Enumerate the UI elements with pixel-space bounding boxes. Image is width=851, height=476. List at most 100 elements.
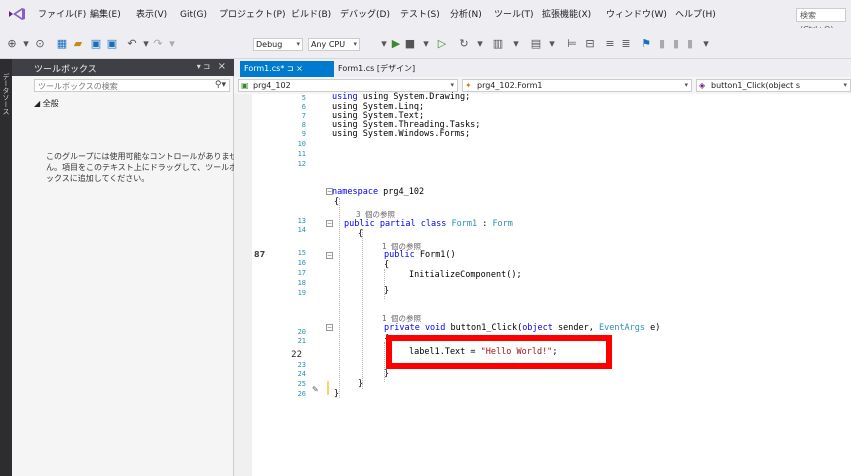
line-number: 19 [297,289,306,297]
code-line: } [384,286,389,296]
fold-toggle-icon[interactable]: − [326,252,333,259]
glyph-margin [234,94,252,476]
type-name: EventArgs [598,323,646,333]
new-project-icon[interactable]: ▦ [56,38,68,50]
project-value: prg4_102 [253,81,291,90]
menu-tools[interactable]: ツール(T) [494,8,534,22]
undo-dropdown-icon[interactable]: ▾ [140,38,152,50]
menu-help[interactable]: ヘルプ(H) [675,8,716,22]
brace: } [358,379,364,389]
toolbox-group-general[interactable]: ◢ 全般 [34,98,59,109]
toolbar-options-icon[interactable]: ▾ [700,38,712,50]
back-icon[interactable]: ⊕ [6,38,18,50]
start-play-icon[interactable]: ▶ [390,38,402,50]
code-line: } [334,389,339,399]
menu-debug[interactable]: デバッグ(D) [340,8,390,22]
menu-git[interactable]: Git(G) [180,8,207,22]
menu-project[interactable]: プロジェクト(P) [219,8,285,22]
code-line: private void button1_Click(object sender… [384,323,660,333]
menu-window[interactable]: ウィンドウ(W) [606,8,667,22]
code-line: { [334,197,339,207]
keyword: namespace [332,187,379,197]
menu-analyze[interactable]: 分析(N) [450,8,482,22]
start-debug-label-icon[interactable]: ■ [404,38,416,50]
align-icon[interactable]: ⊨ [566,38,578,50]
hot-reload-icon[interactable]: ↻ [458,38,470,50]
menu-view[interactable]: 表示(V) [136,8,167,22]
indent-guide [339,198,340,398]
line-number: 14 [297,226,306,234]
menu-file[interactable]: ファイル(F) [38,8,86,22]
bookmark-icon[interactable]: ⚑ [640,38,652,50]
dropdown-icon[interactable]: ▾ [20,38,32,50]
bookmark-next-icon[interactable]: ▮ [670,38,682,50]
tab-form1-cs[interactable]: Form1.cs* ⊐ × [240,61,334,77]
code-area[interactable]: 87 5 6 7 8 9 10 11 12 13 14 15 16 17 18 … [234,92,851,476]
code-text: button1_Click( [445,323,523,333]
dropdown-icon[interactable]: ▾ [474,38,486,50]
class-dropdown[interactable]: ✦ prg4_102.Form1 ▾ [462,79,692,92]
code-text: using System.Windows.Forms; [332,129,471,139]
menu-extensions[interactable]: 拡張機能(X) [542,8,591,22]
save-all-icon[interactable]: ▣ [106,38,118,50]
keyword: public partial class [344,219,447,229]
member-dropdown[interactable]: ◈ button1_Click(object s ▾ [696,79,851,92]
dropdown-icon[interactable]: ▾ [546,38,558,50]
project-dropdown[interactable]: ▣ prg4_102 ▾ [238,79,458,92]
configuration-select[interactable]: Debug ▾ [253,38,303,51]
fold-toggle-icon[interactable]: − [326,220,333,227]
menu-edit[interactable]: 編集(E) [90,8,121,22]
line-number: 21 [297,337,306,345]
dropdown-icon[interactable]: ▾ [378,38,390,50]
code-line: using System.Windows.Forms; [332,129,470,139]
platform-select[interactable]: Any CPU ▾ [308,38,360,51]
menu-build[interactable]: ビルド(B) [291,8,331,22]
code-line: { [384,260,389,270]
uncomment-icon[interactable]: ≣ [620,38,632,50]
menu-test[interactable]: テスト(S) [400,8,440,22]
chevron-down-icon: ▾ [684,81,688,89]
line-number: 20 [297,328,306,336]
bookmark-prev-icon[interactable]: ▮ [656,38,668,50]
data-sources-tab[interactable]: データソース [1,73,11,115]
line-number: 5 [301,94,306,102]
method-icon: ◈ [699,81,706,90]
line-number: 17 [297,269,306,277]
configuration-value: Debug [256,40,283,49]
line-number-current: 22 [291,350,302,360]
close-icon[interactable]: × [218,61,226,72]
line-number: 16 [297,259,306,267]
save-icon[interactable]: ▣ [90,38,102,50]
brace: } [334,389,340,399]
indent-guide [362,229,363,389]
code-line: { [358,229,363,239]
diagnostics-icon[interactable]: ▥ [492,38,504,50]
quick-actions-icon[interactable]: ✎ [312,385,319,394]
side-tool-strip: データソース [0,59,12,476]
line-number: 11 [297,150,306,158]
fold-toggle-icon[interactable]: − [326,324,333,331]
redo-icon[interactable]: ↷ [152,38,164,50]
start-dropdown-icon[interactable]: ▾ [420,38,432,50]
layout-icon[interactable]: ▤ [530,38,542,50]
line-number: 18 [297,279,306,287]
search-icon[interactable]: ⚲▾ [215,80,226,90]
pin-icon[interactable]: ▾ ⊐ [197,62,210,71]
start-without-debug-icon[interactable]: ▷ [436,38,448,50]
forward-icon[interactable]: ⊙ [34,38,46,50]
line-number: 15 [297,249,306,257]
undo-icon[interactable]: ↶ [126,38,138,50]
comment-icon[interactable]: ≡ [604,38,616,50]
open-file-icon[interactable]: ▰ [72,38,84,50]
tab-form1-design[interactable]: Form1.cs [デザイン] [334,61,430,77]
menu-bar: ファイル(F) 編集(E) 表示(V) Git(G) プロジェクト(P) ビルド… [0,0,851,34]
bookmark-clear-icon[interactable]: ▮ [684,38,696,50]
code-text: e) [645,323,661,333]
search-input[interactable]: 検索 (Ctrl+Q) [796,8,846,34]
dropdown-icon[interactable]: ▾ [510,38,522,50]
keyword: public [384,250,415,260]
redo-dropdown-icon[interactable]: ▾ [166,38,178,50]
code-line: InitializeComponent(); [409,270,522,280]
format-icon[interactable]: ⊟ [584,38,596,50]
toolbox-search-input[interactable]: ツールボックスの検索 ⚲▾ [34,79,230,92]
